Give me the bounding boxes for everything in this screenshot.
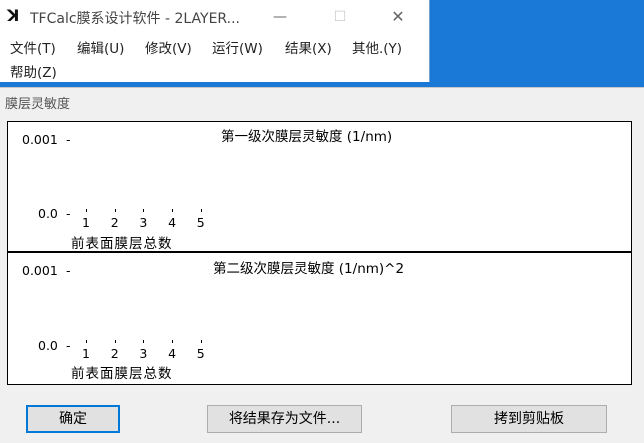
x-tick-mark xyxy=(143,209,145,212)
x-tick-mark xyxy=(143,340,145,343)
x-axis-label: 前表面膜层总数 xyxy=(71,366,173,382)
menu-results[interactable]: 结果(X) xyxy=(285,37,332,57)
x-tick-label: 4 xyxy=(168,346,177,361)
x-tick-mark xyxy=(114,209,116,212)
plot-area: 第一级次膜层灵敏度 (1/nm) 0.001 - 0.0 - 1 2 3 4 5 前表面… xyxy=(7,121,632,385)
x-tick-label: 3 xyxy=(139,215,148,230)
y-tick-label: 0.001 xyxy=(22,263,58,278)
x-tick-label: 3 xyxy=(139,346,148,361)
maximize-icon[interactable]: ☐ xyxy=(318,4,362,30)
menu-edit[interactable]: 编辑(U) xyxy=(77,37,124,57)
y-tick-mark: - xyxy=(66,263,71,278)
y-tick-label: 0.0 xyxy=(38,338,58,353)
menu-run[interactable]: 运行(W) xyxy=(212,37,263,57)
window-title: TFCalc膜系设计软件 - 2LAYER... xyxy=(30,11,240,27)
chart-divider xyxy=(8,251,631,253)
x-tick-label: 5 xyxy=(196,215,205,230)
x-tick-mark xyxy=(86,209,87,212)
x-tick-mark xyxy=(200,340,202,343)
dialog-title: 膜层灵敏度 xyxy=(5,97,71,112)
x-tick-mark xyxy=(172,340,174,343)
chart-title: 第一级次膜层灵敏度 (1/nm) xyxy=(221,129,393,145)
x-tick-mark xyxy=(86,340,87,343)
x-tick-label: 4 xyxy=(168,215,177,230)
menu-file[interactable]: 文件(T) xyxy=(10,37,56,57)
x-tick-label: 5 xyxy=(196,346,205,361)
x-tick-label: 1 xyxy=(82,346,90,361)
app-logo-icon: ꓘ xyxy=(7,6,20,25)
y-tick-mark: - xyxy=(66,338,71,353)
x-tick-label: 2 xyxy=(110,215,119,230)
ok-button[interactable]: 确定 xyxy=(26,405,120,433)
x-tick-label: 2 xyxy=(110,346,119,361)
menu-help[interactable]: 帮助(Z) xyxy=(10,61,57,81)
y-tick-label: 0.0 xyxy=(38,206,58,221)
minimize-icon[interactable]: — xyxy=(258,4,302,30)
y-tick-mark: - xyxy=(66,132,71,147)
y-tick-label: 0.001 xyxy=(22,132,58,147)
menu-modify[interactable]: 修改(V) xyxy=(145,37,192,57)
x-tick-label: 1 xyxy=(82,215,90,230)
x-tick-mark xyxy=(172,209,174,212)
save-to-file-button[interactable]: 将结果存为文件... xyxy=(207,405,362,433)
sensitivity-dialog: 膜层灵敏度 第一级次膜层灵敏度 (1/nm) 0.001 - 0.0 - 1 2 3… xyxy=(0,87,644,443)
menu-other[interactable]: 其他.(Y) xyxy=(352,37,402,57)
close-icon[interactable]: ✕ xyxy=(376,4,420,30)
x-tick-mark xyxy=(114,340,116,343)
main-window: ꓘ TFCalc膜系设计软件 - 2LAYER... — ☐ ✕ 文件(T) 编… xyxy=(0,0,430,82)
copy-to-clipboard-button[interactable]: 拷到剪贴板 xyxy=(451,405,607,433)
chart-title: 第二级次膜层灵敏度 (1/nm)^2 xyxy=(213,261,405,277)
y-tick-mark: - xyxy=(66,206,71,221)
x-axis-label: 前表面膜层总数 xyxy=(71,236,173,252)
x-tick-mark xyxy=(200,209,202,212)
